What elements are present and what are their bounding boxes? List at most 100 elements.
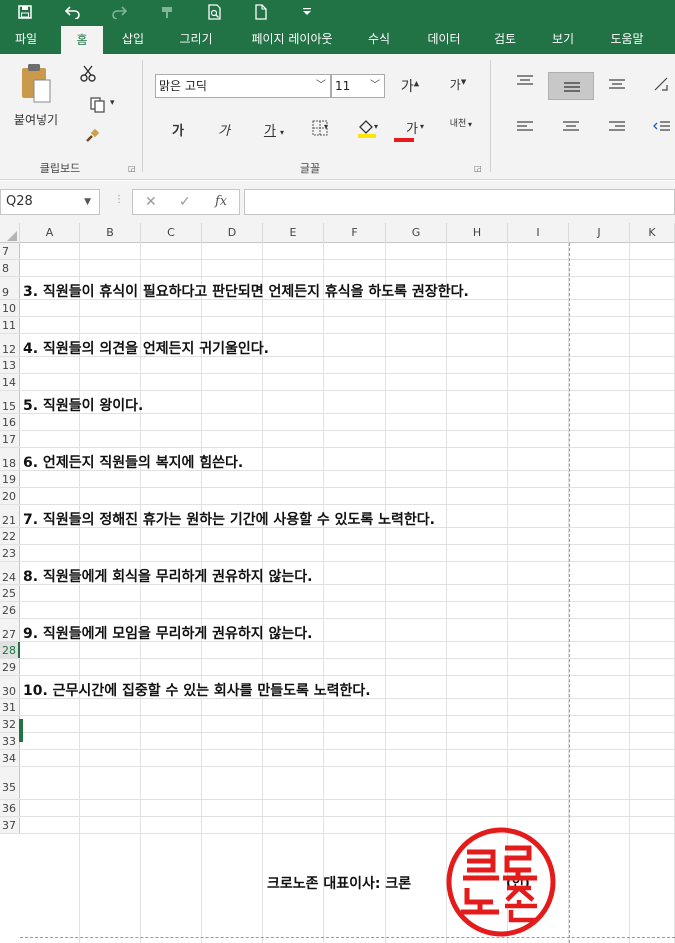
row-header-12[interactable]: 12 <box>0 334 20 357</box>
row-header-11[interactable]: 11 <box>0 317 20 334</box>
row-header-31[interactable]: 31 <box>0 699 20 716</box>
row-header-29[interactable]: 29 <box>0 659 20 676</box>
group-divider <box>490 60 491 172</box>
font-launcher-icon[interactable]: ◲ <box>474 164 482 173</box>
row-header-32[interactable]: 32 <box>0 716 20 733</box>
phonetic-button[interactable]: 내천 ▾ <box>440 116 476 129</box>
fill-color-button[interactable]: ▾ <box>348 118 384 141</box>
font-color-button[interactable]: 가 ▾ <box>394 118 430 142</box>
row-header-9[interactable]: 9 <box>0 277 20 300</box>
clipboard-launcher-icon[interactable]: ◲ <box>128 164 136 173</box>
row-header-26[interactable]: 26 <box>0 602 20 619</box>
grow-font-button[interactable]: 가▲ <box>398 76 422 96</box>
row-gridline <box>0 276 675 277</box>
row-header-23[interactable]: 23 <box>0 545 20 562</box>
row-header-7[interactable]: 7 <box>0 243 20 260</box>
row-header-21[interactable]: 21 <box>0 505 20 528</box>
row-header-36[interactable]: 36 <box>0 800 20 817</box>
row-header-15[interactable]: 15 <box>0 391 20 414</box>
shrink-font-button[interactable]: 가▼ <box>446 76 470 93</box>
font-name-select[interactable]: 맑은 고딕 ﹀ <box>155 74 331 98</box>
column-header-f[interactable]: F <box>324 223 386 243</box>
column-header-c[interactable]: C <box>141 223 202 243</box>
row-gridline <box>0 658 675 659</box>
column-header-j[interactable]: J <box>569 223 630 243</box>
tab-draw[interactable]: 그리기 <box>168 24 224 54</box>
cut-icon[interactable] <box>76 64 100 86</box>
row-header-37[interactable]: 37 <box>0 817 20 834</box>
tab-review[interactable]: 검토 <box>484 24 526 54</box>
row-gridline <box>0 316 675 317</box>
row-header-16[interactable]: 16 <box>0 414 20 431</box>
row-header-13[interactable]: 13 <box>0 357 20 374</box>
italic-button[interactable]: 가 <box>214 120 234 139</box>
insert-function-icon[interactable]: fx <box>215 190 227 214</box>
select-all-corner[interactable] <box>0 223 20 243</box>
enter-icon[interactable]: ✓ <box>179 190 191 214</box>
row-header-10[interactable]: 10 <box>0 300 20 317</box>
column-header-d[interactable]: D <box>202 223 263 243</box>
align-left-button[interactable] <box>512 120 538 142</box>
tab-file[interactable]: 파일 <box>0 24 52 54</box>
tab-home[interactable]: 홈 <box>61 26 103 54</box>
row-header-33[interactable]: 33 <box>0 733 20 750</box>
undo-icon[interactable] <box>58 0 88 24</box>
row-header-22[interactable]: 22 <box>0 528 20 545</box>
row-gridline <box>0 561 675 562</box>
align-top-button[interactable] <box>512 74 538 96</box>
align-right-button[interactable] <box>604 120 630 142</box>
tab-page-layout[interactable]: 페이지 레이아웃 <box>240 24 344 54</box>
row-header-24[interactable]: 24 <box>0 562 20 585</box>
cell-text-row-30: 10. 근무시간에 집중할 수 있는 회사를 만들도록 노력한다. <box>23 683 371 699</box>
font-size-select[interactable]: 11 ﹀ <box>331 74 385 98</box>
copy-button[interactable]: ▾ <box>76 96 120 118</box>
row-header-19[interactable]: 19 <box>0 471 20 488</box>
row-header-8[interactable]: 8 <box>0 260 20 277</box>
borders-button[interactable]: ▾ <box>304 120 336 139</box>
bold-button[interactable]: 가 <box>168 120 188 139</box>
customize-qat-icon[interactable] <box>292 0 322 24</box>
format-painter-button[interactable] <box>80 128 104 150</box>
column-header-k[interactable]: K <box>630 223 675 243</box>
tab-data[interactable]: 데이터 <box>418 24 470 54</box>
cancel-icon[interactable]: ✕ <box>145 190 157 214</box>
row-gridline <box>0 816 675 817</box>
new-file-icon[interactable] <box>246 0 276 24</box>
tab-insert[interactable]: 삽입 <box>112 24 154 54</box>
underline-button[interactable]: 가 ▾ <box>256 120 292 139</box>
format-painter-icon[interactable] <box>152 0 182 24</box>
column-header-h[interactable]: H <box>447 223 508 243</box>
row-header-14[interactable]: 14 <box>0 374 20 391</box>
underline-label: 가 <box>263 124 276 139</box>
redo-icon[interactable] <box>104 0 134 24</box>
worksheet-grid[interactable]: 7 8 9 3. 직원들이 휴식이 필요하다고 판단되면 언제든지 휴식을 하도록 권… <box>0 243 675 943</box>
align-center-button[interactable] <box>558 120 584 142</box>
print-preview-icon[interactable] <box>200 0 230 24</box>
tab-formulas[interactable]: 수식 <box>358 24 400 54</box>
row-header-34[interactable]: 34 <box>0 750 20 767</box>
orientation-button[interactable] <box>650 74 672 98</box>
row-header-17[interactable]: 17 <box>0 431 20 448</box>
column-header-i[interactable]: I <box>508 223 569 243</box>
name-box[interactable]: Q28 ▼ <box>0 189 100 215</box>
save-icon[interactable] <box>10 0 40 24</box>
align-middle-button[interactable] <box>548 72 594 100</box>
row-header-18[interactable]: 18 <box>0 448 20 471</box>
row-header-25[interactable]: 25 <box>0 585 20 602</box>
indent-button[interactable] <box>650 120 674 142</box>
paste-button[interactable]: 붙여넣기 <box>8 62 64 132</box>
row-header-30[interactable]: 30 <box>0 676 20 699</box>
column-header-g[interactable]: G <box>386 223 447 243</box>
tab-help[interactable]: 도움말 <box>600 24 654 54</box>
column-header-e[interactable]: E <box>263 223 324 243</box>
column-header-a[interactable]: A <box>20 223 80 243</box>
align-bottom-button[interactable] <box>604 76 630 98</box>
row-header-28[interactable]: 28 <box>0 642 20 659</box>
row-header-27[interactable]: 27 <box>0 619 20 642</box>
tab-view[interactable]: 보기 <box>542 24 584 54</box>
column-header-b[interactable]: B <box>80 223 141 243</box>
row-header-20[interactable]: 20 <box>0 488 20 505</box>
cell-text-row-12: 4. 직원들의 의견을 언제든지 귀기울인다. <box>23 341 269 357</box>
formula-input[interactable] <box>244 189 675 215</box>
row-header-35[interactable]: 35 <box>0 767 20 800</box>
